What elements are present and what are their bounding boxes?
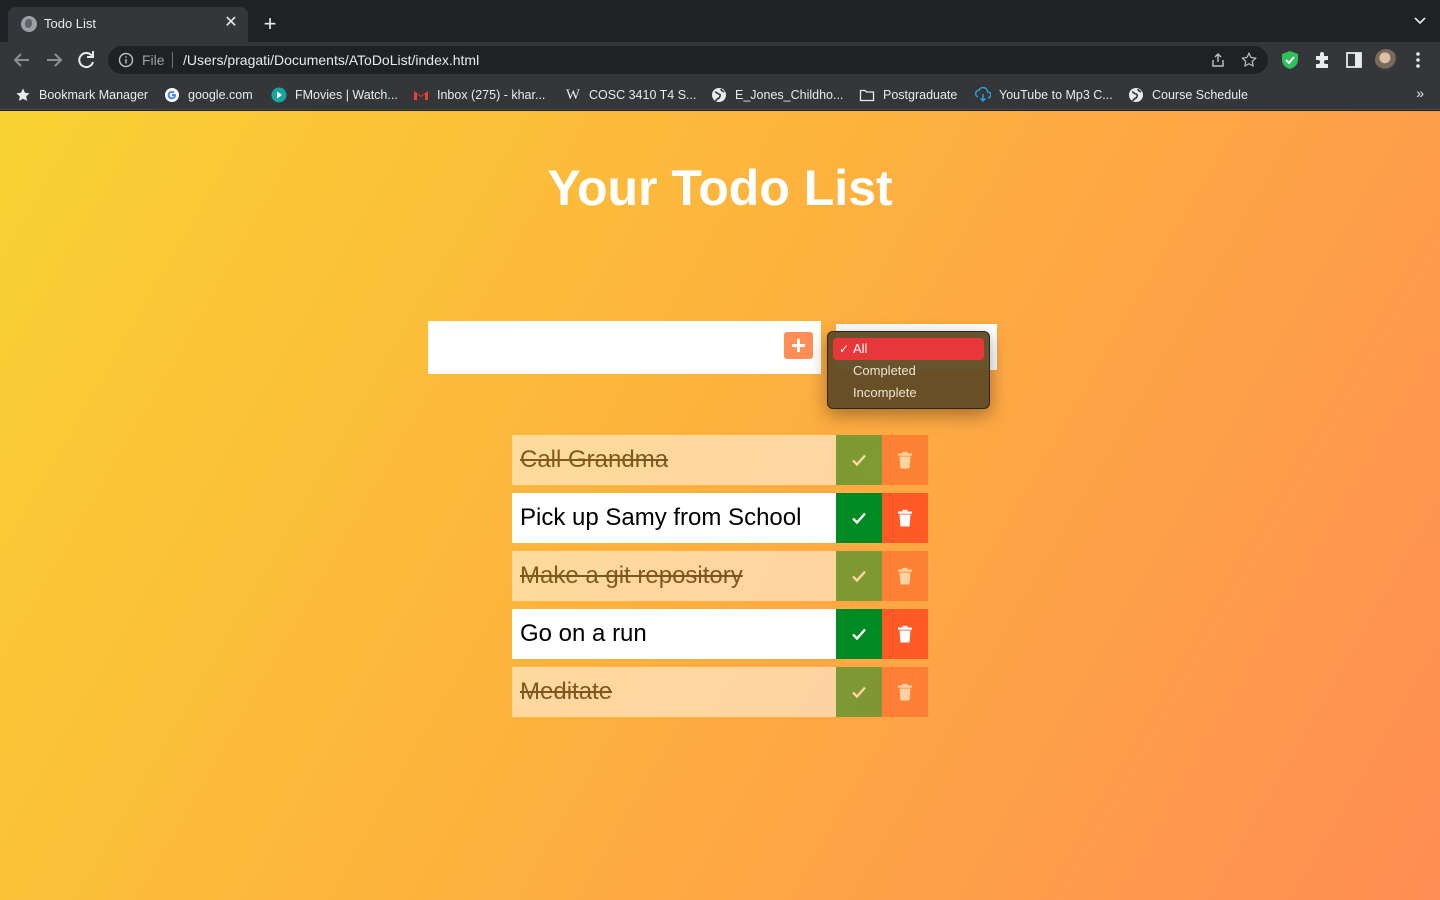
bookmark-item[interactable]: E_Jones_Childho... bbox=[711, 86, 843, 104]
address-separator bbox=[172, 52, 173, 68]
delete-button[interactable] bbox=[882, 609, 928, 659]
complete-button[interactable] bbox=[836, 435, 882, 485]
bookmark-label: E_Jones_Childho... bbox=[735, 88, 844, 102]
checkmark-icon: ✓ bbox=[839, 342, 850, 356]
bookmark-label: Course Schedule bbox=[1152, 88, 1248, 102]
tab-title: Todo List bbox=[44, 16, 97, 31]
page-title: Your Todo List bbox=[547, 160, 893, 216]
bookmark-item[interactable]: Course Schedule bbox=[1128, 86, 1248, 104]
todo-text: Go on a run bbox=[520, 620, 647, 647]
todo-list: Call Grandma Pick up Samy from School Ma… bbox=[512, 435, 928, 725]
profile-avatar[interactable] bbox=[1375, 49, 1397, 71]
todo-item: Go on a run bbox=[512, 609, 928, 659]
back-arrow-icon[interactable] bbox=[10, 48, 34, 72]
filter-option-completed[interactable]: Completed bbox=[833, 360, 984, 382]
todo-text: Pick up Samy from School bbox=[520, 504, 802, 531]
bookmark-item[interactable]: YouTube to Mp3 C... bbox=[975, 86, 1113, 104]
address-scheme: File bbox=[142, 52, 165, 68]
filter-dropdown-menu: ✓ All Completed Incomplete bbox=[827, 331, 990, 409]
complete-button[interactable] bbox=[836, 551, 882, 601]
google-icon bbox=[165, 88, 179, 102]
bookmark-item[interactable]: Postgraduate bbox=[859, 86, 957, 104]
todo-item: Call Grandma bbox=[512, 435, 928, 485]
add-todo-button[interactable]: + bbox=[784, 332, 813, 359]
todo-text: Meditate bbox=[520, 678, 613, 705]
bookmark-item[interactable]: W COSC 3410 T4 S... bbox=[565, 86, 697, 104]
address-url[interactable]: /Users/pragati/Documents/AToDoList/index… bbox=[183, 52, 479, 68]
play-icon bbox=[271, 87, 287, 103]
info-icon[interactable] bbox=[118, 52, 134, 68]
bookmark-label: Postgraduate bbox=[883, 88, 958, 102]
delete-button[interactable] bbox=[882, 493, 928, 543]
shield-extension-icon[interactable] bbox=[1280, 50, 1300, 70]
star-icon bbox=[16, 88, 30, 101]
bookmark-item[interactable]: Bookmark Manager bbox=[15, 86, 148, 104]
download-icon bbox=[975, 87, 991, 103]
bookmark-label: YouTube to Mp3 C... bbox=[999, 88, 1113, 102]
todo-item: Make a git repository bbox=[512, 551, 928, 601]
filter-option-label: Completed bbox=[853, 363, 916, 378]
bookmark-label: Inbox (275) - khar... bbox=[437, 88, 546, 102]
tab-todo-list[interactable]: Todo List ✕ bbox=[8, 7, 248, 42]
delete-button[interactable] bbox=[882, 667, 928, 717]
trash-icon bbox=[898, 509, 912, 527]
todo-text: Call Grandma bbox=[520, 446, 669, 473]
trash-icon bbox=[898, 683, 912, 701]
todo-input[interactable] bbox=[428, 321, 821, 374]
browser-toolbar: File /Users/pragati/Documents/AToDoList/… bbox=[0, 42, 1440, 78]
bookmark-item[interactable]: Inbox (275) - khar... bbox=[413, 86, 545, 104]
share-icon[interactable] bbox=[1210, 52, 1226, 68]
delete-button[interactable] bbox=[882, 551, 928, 601]
trash-icon bbox=[898, 567, 912, 585]
todo-item: Meditate bbox=[512, 667, 928, 717]
trash-icon bbox=[898, 625, 912, 643]
plus-icon: + bbox=[790, 330, 807, 360]
folder-icon bbox=[859, 89, 875, 102]
bookmarks-bar: Bookmark Manager google.com FMovies | Wa… bbox=[0, 78, 1440, 110]
bookmark-label: Bookmark Manager bbox=[39, 88, 149, 102]
bookmark-label: COSC 3410 T4 S... bbox=[589, 88, 697, 102]
wikipedia-icon: W bbox=[565, 87, 581, 103]
forward-arrow-icon[interactable] bbox=[42, 48, 66, 72]
check-icon bbox=[852, 686, 866, 699]
check-icon bbox=[852, 570, 866, 583]
globe-icon bbox=[21, 16, 37, 32]
todo-item: Pick up Samy from School bbox=[512, 493, 928, 543]
check-icon bbox=[852, 628, 866, 641]
todo-page: Your Todo List + ✓ All Completed Incompl… bbox=[0, 111, 1440, 900]
puzzle-icon[interactable] bbox=[1312, 50, 1332, 70]
trash-icon bbox=[898, 451, 912, 469]
close-icon[interactable]: ✕ bbox=[222, 14, 240, 32]
bookmark-item[interactable]: FMovies | Watch... bbox=[271, 86, 398, 104]
side-panel-icon[interactable] bbox=[1344, 50, 1364, 70]
check-icon bbox=[852, 512, 866, 525]
globe-icon bbox=[712, 88, 726, 102]
filter-option-incomplete[interactable]: Incomplete bbox=[833, 382, 984, 404]
complete-button[interactable] bbox=[836, 609, 882, 659]
filter-option-label: Incomplete bbox=[853, 385, 917, 400]
tab-strip: Todo List ✕ + bbox=[0, 0, 1440, 42]
bookmark-label: google.com bbox=[188, 88, 253, 102]
todo-text: Make a git repository bbox=[520, 562, 743, 589]
filter-option-all[interactable]: ✓ All bbox=[833, 338, 984, 360]
delete-button[interactable] bbox=[882, 435, 928, 485]
complete-button[interactable] bbox=[836, 493, 882, 543]
chevron-down-icon[interactable] bbox=[1412, 12, 1428, 28]
globe-icon bbox=[1129, 88, 1143, 102]
new-tab-button[interactable]: + bbox=[258, 12, 282, 36]
filter-option-label: All bbox=[853, 341, 868, 356]
address-bar[interactable]: File /Users/pragati/Documents/AToDoList/… bbox=[108, 46, 1268, 74]
bookmark-label: FMovies | Watch... bbox=[295, 88, 398, 102]
more-options-icon[interactable] bbox=[1408, 50, 1428, 70]
complete-button[interactable] bbox=[836, 667, 882, 717]
more-bookmarks-button[interactable]: » bbox=[1416, 85, 1424, 101]
check-icon bbox=[852, 454, 866, 467]
reload-icon[interactable] bbox=[74, 48, 98, 72]
bookmark-item[interactable]: google.com bbox=[164, 86, 253, 104]
star-icon[interactable] bbox=[1240, 51, 1258, 69]
gmail-icon bbox=[414, 91, 428, 100]
